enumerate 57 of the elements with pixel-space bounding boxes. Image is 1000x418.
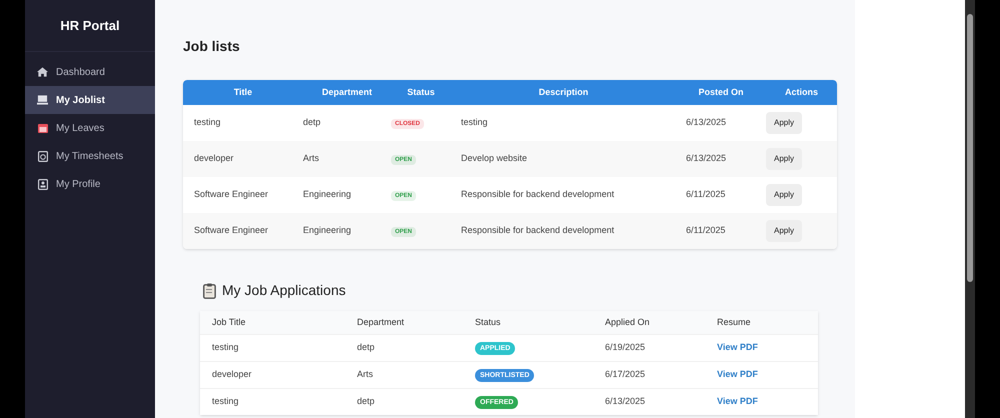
view-pdf-link[interactable]: View PDF xyxy=(717,369,758,380)
home-icon xyxy=(37,67,48,77)
table-cell-text: 6/13/2025 xyxy=(686,116,728,130)
table-cell-text: 6/13/2025 xyxy=(605,395,646,408)
column-header: Resume xyxy=(717,316,752,329)
view-pdf-link[interactable]: View PDF xyxy=(717,342,758,352)
apply-button[interactable]: Apply xyxy=(766,220,802,242)
table-cell-text: 6/17/2025 xyxy=(605,368,646,382)
sidebar-item[interactable]: Dashboard xyxy=(25,58,155,86)
table-cell-text: 6/11/2025 xyxy=(686,224,726,238)
sidebar-item[interactable]: My Leaves xyxy=(25,114,155,142)
column-header: Description xyxy=(538,86,590,99)
table-cell-text: Responsible for backend development xyxy=(461,188,616,202)
section-title: My Job Applications xyxy=(222,281,346,300)
table-cell-text: Arts xyxy=(303,152,320,166)
table-cell-text: Responsible for backend development xyxy=(461,224,616,238)
table-cell-text: 6/11/2025 xyxy=(686,188,726,202)
table-cell-text: Engineering xyxy=(303,188,352,202)
page-title: Job lists xyxy=(183,37,241,56)
table-cell-text: 6/13/2025 xyxy=(686,152,728,166)
table-cell-text: testing xyxy=(211,395,240,408)
laptop-icon xyxy=(37,95,48,105)
table-cell-text: detp xyxy=(303,116,322,130)
table-cell-text: detp xyxy=(357,395,376,408)
column-header: Status xyxy=(406,86,436,99)
apply-button[interactable]: Apply xyxy=(766,112,802,134)
table-cell-text: Develop website xyxy=(461,152,528,166)
column-header: Job Title xyxy=(211,316,247,329)
clipboard-icon xyxy=(203,282,216,298)
scrollbar[interactable] xyxy=(965,0,975,418)
table-cell-text: Engineering xyxy=(303,224,352,238)
id-card-icon xyxy=(37,178,48,190)
column-header: Status xyxy=(475,316,502,329)
column-header: Applied On xyxy=(605,316,651,329)
table-cell-text: 6/19/2025 xyxy=(605,341,646,354)
calendar-icon xyxy=(37,123,48,133)
column-header: Department xyxy=(320,86,373,99)
sidebar-title: HR Portal xyxy=(60,16,120,35)
table-cell-text: Software Engineer xyxy=(193,224,270,238)
column-header: Title xyxy=(232,86,254,99)
column-header: Actions xyxy=(784,86,819,99)
table-cell-text: developer xyxy=(211,368,253,382)
apply-button[interactable]: Apply xyxy=(766,148,802,170)
view-pdf-link[interactable]: View PDF xyxy=(717,396,758,406)
sidebar-item[interactable]: My Timesheets xyxy=(25,142,155,170)
table-cell-text: testing xyxy=(461,116,489,130)
table-cell-text: Software Engineer xyxy=(193,188,270,202)
column-header: Posted On xyxy=(697,86,744,99)
sidebar-item[interactable]: My Joblist xyxy=(25,86,155,114)
table-cell-text: Arts xyxy=(357,368,374,382)
table-cell-text: detp xyxy=(357,341,376,354)
sidebar-item[interactable]: My Profile xyxy=(25,170,155,198)
column-header: Department xyxy=(357,316,406,329)
table-cell-text: testing xyxy=(211,341,240,354)
table-cell-text: developer xyxy=(193,152,235,166)
table-cell-text: testing xyxy=(193,116,222,130)
apply-button[interactable]: Apply xyxy=(766,184,802,206)
